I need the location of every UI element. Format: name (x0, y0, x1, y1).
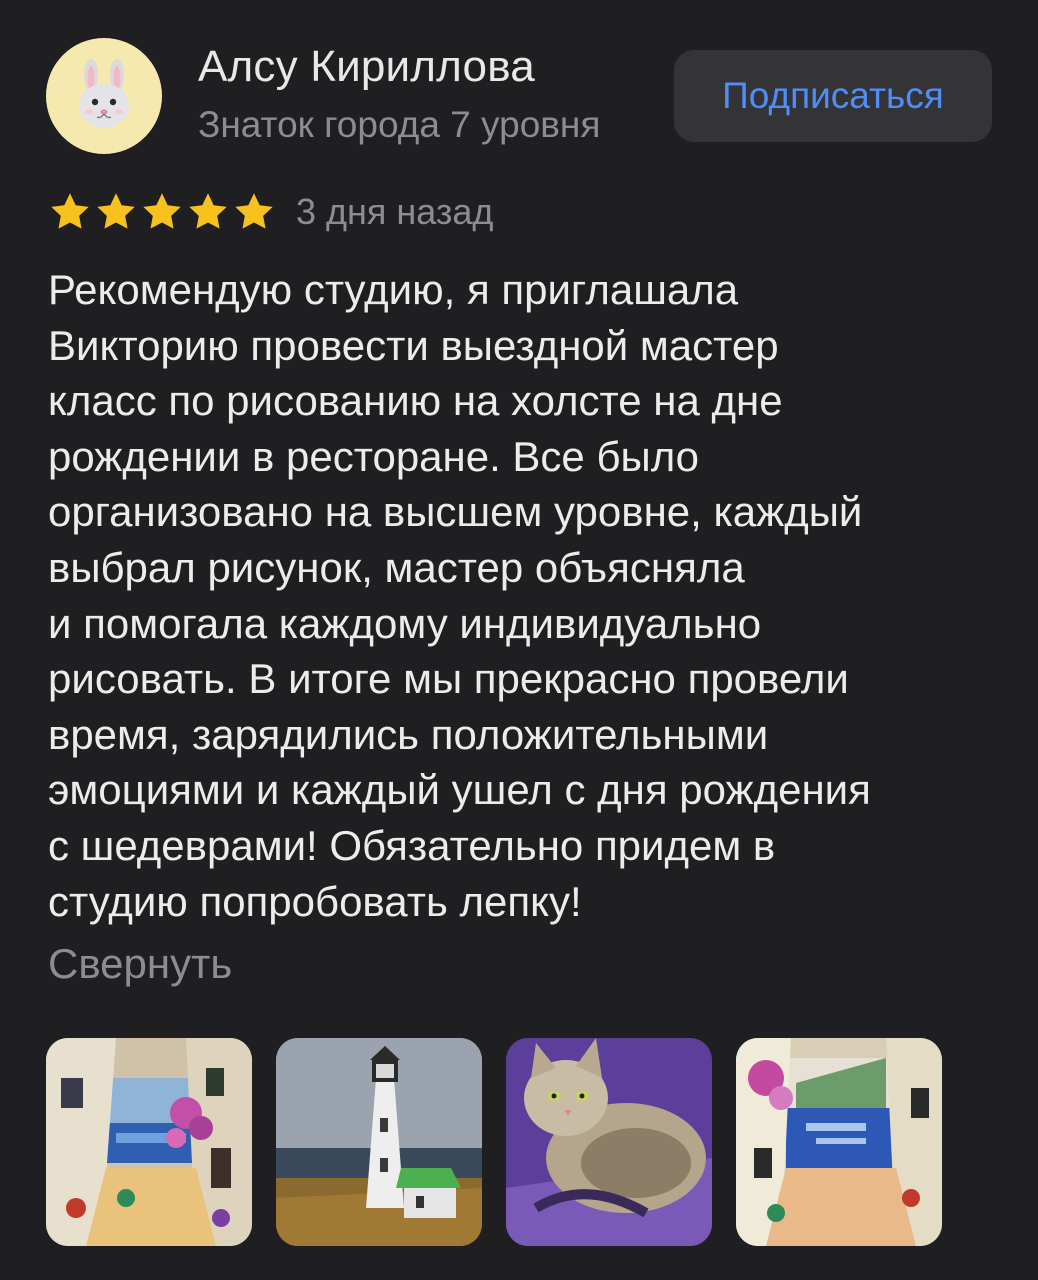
review-text-line: эмоциями и каждый ушел с дня рождения (48, 766, 871, 814)
review-photo[interactable] (736, 1038, 942, 1246)
star-icon (189, 193, 227, 229)
review-text-line: выбрал рисунок, мастер объясняла (48, 543, 745, 591)
star-icon (97, 193, 135, 229)
painting-street-sea-icon (736, 1038, 942, 1246)
painting-cat-icon (506, 1038, 712, 1246)
star-rating (48, 190, 276, 234)
author-name[interactable]: Алсу Кириллова (198, 42, 535, 92)
star-icon (143, 193, 181, 229)
review-text-line: рождении в ресторане. Все было (48, 432, 700, 480)
review-text-line: студию попробовать лепку! (48, 877, 582, 925)
star-icon (235, 193, 273, 229)
review-photo[interactable] (46, 1038, 252, 1246)
painting-lighthouse-icon (276, 1038, 482, 1246)
review-date: 3 дня назад (296, 191, 494, 232)
review-text-line: время, зарядились положительными (48, 710, 769, 758)
avatar[interactable] (46, 38, 162, 154)
review-text-line: класс по рисованию на холсте на дне (48, 377, 783, 425)
author-level: Знаток города 7 уровня (198, 104, 601, 145)
rabbit-face-icon (79, 59, 129, 128)
review-text: Рекомендую студию, я приглашала Викторию… (48, 262, 1008, 929)
review-text-line: организовано на высшем уровне, каждый (48, 488, 863, 536)
photo-gallery (46, 1038, 942, 1246)
review-text-line: и помогала каждому индивидуально (48, 599, 762, 647)
painting-street-sea-icon (46, 1038, 252, 1246)
star-icon (51, 193, 89, 229)
review-text-line: Викторию провести выездной мастер (48, 321, 779, 369)
review-photo[interactable] (506, 1038, 712, 1246)
rating-row: 3 дня назад (48, 190, 493, 234)
subscribe-button[interactable]: Подписаться (674, 50, 992, 142)
review-text-line: рисовать. В итоге мы прекрасно провели (48, 655, 849, 703)
review-text-line: Рекомендую студию, я приглашала (48, 266, 739, 313)
review-text-line: с шедеврами! Обязательно придем в (48, 821, 776, 869)
review-photo[interactable] (276, 1038, 482, 1246)
collapse-link[interactable]: Свернуть (48, 940, 232, 988)
